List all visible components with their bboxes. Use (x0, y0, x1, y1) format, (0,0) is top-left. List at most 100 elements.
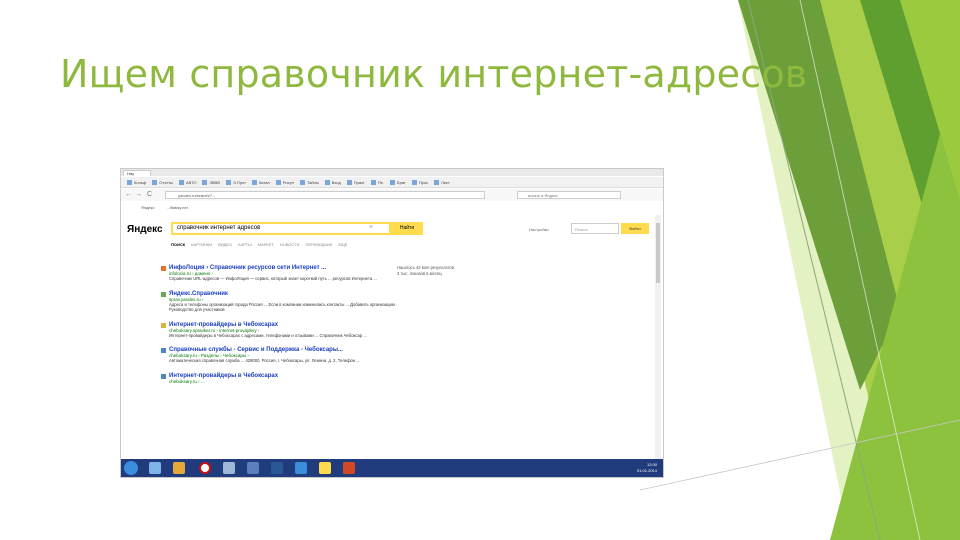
site-favicon-icon (161, 291, 166, 297)
settings-link[interactable]: Настройки (529, 227, 549, 232)
tab-maps[interactable]: КАРТЫ (238, 242, 251, 247)
result-url[interactable]: cheboksary.ru › ... (169, 379, 401, 384)
bookmark-item[interactable]: ЗВВВ (202, 179, 220, 185)
bookmark-label: Кольф (134, 179, 147, 185)
tab-bar: Нау (121, 169, 663, 176)
bookmark-item[interactable]: Катал (251, 179, 270, 185)
slide-title: Ищем справочник интернет-адресов (60, 52, 808, 96)
address-bar[interactable]: yandex.ru/search/?... (165, 191, 485, 199)
browser-screenshot: Нау Кольф Отчеты АВТО ЗВВВ Э.Прот Катал Рисун Т… (120, 168, 664, 478)
search-result: ИнфоЛоция › Справочник ресурсов сети Инт… (161, 265, 401, 282)
clock-date: 01.01.2014 (636, 468, 657, 473)
bookmark-label: Отчеты (159, 179, 174, 185)
bookmark-label: Рисун (282, 179, 294, 185)
start-button-icon[interactable] (124, 461, 138, 475)
bookmarks-bar: Кольф Отчеты АВТО ЗВВВ Э.Прот Катал Рисун Тайны… (121, 177, 663, 188)
search-button[interactable]: Найти (391, 222, 423, 235)
bookmark-icon (434, 179, 440, 185)
bookmark-item[interactable]: Тайны (299, 179, 319, 185)
app-icon[interactable] (295, 462, 307, 474)
bookmark-icon (127, 179, 132, 185)
search-result: Интернет-провайдеры в Чебоксарах cheboks… (161, 322, 401, 339)
bookmark-item[interactable]: Вход (324, 179, 341, 185)
app-icon[interactable] (247, 462, 259, 474)
secondary-bookmarks: Яндекс ...ifiabay.net (121, 203, 663, 212)
clear-icon[interactable]: × (369, 224, 373, 231)
result-snippet: Интернет-провайдеры в Чебоксарах с адрес… (169, 332, 367, 338)
bookmark-item[interactable]: АВТО (179, 179, 197, 185)
bookmark-icon (152, 179, 158, 185)
bookmark-item[interactable]: Прос (411, 179, 429, 185)
search-result: Яндекс.Справочник sprav.yandex.ru › Адре… (161, 291, 401, 313)
bookmark-item[interactable]: Лист (434, 179, 450, 185)
result-snippet: Автоматическая справочная служба ... 428… (169, 358, 360, 363)
bookmark-item[interactable]: Рисун (275, 179, 294, 185)
site-favicon-icon (161, 348, 166, 353)
search-results: ИнфоЛоция › Справочник ресурсов сети Инт… (161, 265, 401, 393)
media-icon[interactable] (173, 462, 185, 474)
bookmark-item[interactable]: Пе. (370, 179, 384, 185)
reload-icon[interactable]: C (147, 191, 152, 198)
yandex-header: Яндекс справочник интернет адресов × Най… (121, 219, 663, 241)
bookmark-icon (251, 179, 257, 185)
tab-more[interactable]: ЕЩЁ (338, 242, 347, 247)
bookmark-label: Брат (396, 179, 406, 185)
bookmark-label: Прос (418, 179, 429, 185)
bookmark-icon (225, 179, 231, 185)
bookmark-label: Практ (353, 179, 365, 185)
app-icon[interactable] (223, 462, 235, 474)
bookmark-icon (346, 179, 352, 185)
results-count-note: Нашлось 42 млн результатов 3 тыс. показо… (397, 265, 454, 276)
bookmark-label: Вход (331, 179, 341, 185)
bookmark-icon (411, 179, 417, 185)
browser-search-field[interactable]: искать в Яндекс (517, 191, 621, 199)
tab-news[interactable]: НОВОСТИ (280, 242, 300, 247)
tab-market[interactable]: МАРКЕТ (258, 242, 274, 247)
login-button[interactable]: Войти (621, 223, 649, 234)
bookmark-label: Пе. (377, 179, 384, 185)
tab-translate[interactable]: ПЕРЕВОДЧИК (305, 242, 332, 247)
explorer-icon[interactable] (149, 462, 161, 474)
yandex-logo[interactable]: Яндекс (127, 224, 163, 235)
search-result: Справочные службы - Сервис и Поддержка -… (161, 347, 401, 364)
word-icon[interactable] (271, 462, 283, 474)
bookmark-label: Лист (441, 179, 450, 185)
bookmark-item[interactable]: Практ (346, 179, 365, 185)
tab-search[interactable]: ПОИСК (171, 242, 185, 247)
bookmark-label: Э.Прот (232, 179, 246, 185)
back-icon[interactable]: ← (125, 191, 132, 198)
site-favicon-icon (161, 266, 166, 271)
bookmark-icon (324, 179, 330, 185)
yandex-browser-icon[interactable] (319, 462, 331, 474)
search-result: Интернет-провайдеры в Чебоксарах cheboks… (161, 373, 401, 384)
result-snippet: Справочник URL-адресов — ИнфоЛоция — сер… (169, 276, 377, 281)
tab-video[interactable]: ВИДЕО (218, 242, 232, 247)
tab-images[interactable]: КАРТИНКИ (191, 242, 212, 247)
bookmark-item[interactable]: Кольф (127, 179, 147, 185)
bookmark-item[interactable]: Брат (389, 179, 406, 185)
powerpoint-icon[interactable] (343, 462, 355, 474)
bookmark-item[interactable]: Э.Прот (225, 179, 246, 185)
bookmark-site[interactable]: ...ifiabay.net (166, 205, 187, 210)
bookmark-label: АВТО (186, 179, 197, 185)
system-tray-clock[interactable]: 12:00 01.01.2014 (637, 462, 657, 474)
page-scrollbar[interactable] (655, 215, 661, 459)
forward-icon[interactable]: → (135, 191, 142, 198)
search-tabs: ПОИСК КАРТИНКИ ВИДЕО КАРТЫ МАРКЕТ НОВОСТ… (171, 242, 353, 247)
bookmark-yandex[interactable]: Яндекс (141, 205, 154, 210)
bookmark-label: Тайны (306, 179, 319, 185)
region-field[interactable]: Регион (571, 223, 619, 234)
opera-icon[interactable] (199, 462, 211, 474)
windows-taskbar: 12:00 01.01.2014 (121, 459, 663, 477)
bookmark-item[interactable]: Отчеты (152, 179, 174, 185)
bookmark-icon (202, 179, 208, 185)
bookmark-icon (389, 179, 395, 185)
scroll-thumb[interactable] (656, 223, 660, 283)
browser-tab[interactable]: Нау (123, 170, 151, 176)
yandex-search-input[interactable]: справочник интернет адресов (171, 222, 391, 235)
bookmark-icon (370, 179, 376, 185)
bookmark-icon (179, 179, 185, 185)
bookmark-label: ЗВВВ (209, 179, 220, 185)
site-favicon-icon (161, 373, 166, 379)
bookmark-icon (299, 179, 305, 185)
